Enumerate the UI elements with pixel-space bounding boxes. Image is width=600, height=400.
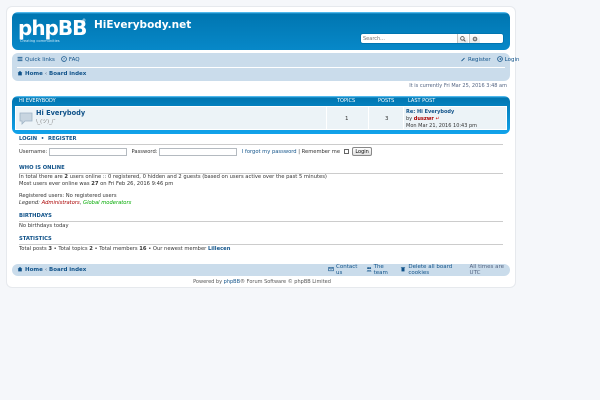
- page-wrapper: phpBB ® Creating communities HiEverybody…: [6, 6, 520, 288]
- team-icon: [366, 266, 372, 274]
- breadcrumb: Home ‹ Board index: [17, 68, 86, 80]
- birthdays-section: BIRTHDAYS: [19, 213, 52, 219]
- register-icon: [460, 56, 466, 64]
- register-heading-link[interactable]: REGISTER: [48, 136, 77, 142]
- faq-icon: ?: [61, 56, 67, 64]
- forum-posts-count: 3: [385, 116, 389, 122]
- navbar-user-row: Register Login: [460, 54, 520, 66]
- password-field[interactable]: [159, 147, 238, 156]
- phpbb-link[interactable]: phpBB: [224, 279, 240, 285]
- search-icon: [460, 35, 466, 42]
- navbar: Quick links ? FAQ Register Login Home ‹: [12, 53, 520, 81]
- advanced-search-button[interactable]: [469, 34, 480, 43]
- legend-global-moderators-link[interactable]: Global moderators: [83, 200, 131, 206]
- last-post-author-link[interactable]: duszwr: [414, 116, 434, 122]
- forum-description: \_(ツ)_/¯: [36, 119, 56, 125]
- last-post-title-link[interactable]: Re: Hi Everybody: [406, 109, 454, 115]
- footer-links: Contact us The team Delete all board coo…: [328, 264, 510, 276]
- delete-cookies-link[interactable]: Delete all board cookies: [408, 264, 465, 276]
- trash-icon: [400, 266, 406, 274]
- chevron-right-icon: ‹: [44, 267, 48, 273]
- forum-read-icon: [19, 111, 33, 125]
- gear-icon: [472, 36, 478, 41]
- login-icon: [496, 56, 503, 64]
- who-is-online-body: In total there are 2 users online :: 0 r…: [19, 174, 327, 206]
- forum-title-link[interactable]: Hi Everybody: [36, 109, 85, 117]
- statistics-section: STATISTICS: [19, 236, 52, 242]
- breadcrumb-home[interactable]: Home: [25, 71, 43, 77]
- page-footer: Powered by phpBB® Forum Software © phpBB…: [193, 279, 331, 285]
- forgot-password-link[interactable]: I forgot my password: [242, 149, 297, 155]
- forum-row[interactable]: Hi Everybody \_(ツ)_/¯ 1 3 Re: Hi Everybo…: [15, 106, 507, 130]
- login-link[interactable]: Login: [505, 57, 520, 63]
- footer-breadcrumb-board-index[interactable]: Board index: [49, 267, 86, 273]
- contact-us-link[interactable]: Contact us: [336, 264, 361, 276]
- col-last-post-header: LAST POST: [408, 98, 436, 104]
- legend-administrators-link[interactable]: Administrators: [42, 200, 80, 206]
- category-title[interactable]: HI EVERYBODY: [19, 98, 56, 104]
- breadcrumb-board-index[interactable]: Board index: [49, 71, 86, 77]
- last-post-time: Mon Mar 21, 2016 10:43 pm: [406, 123, 478, 129]
- forum-last-post: Re: Hi Everybody by duszwr ↵ Mon Mar 21,…: [406, 109, 478, 129]
- who-is-online-section: WHO IS ONLINE: [19, 165, 65, 171]
- header-bar: phpBB ® Creating communities HiEverybody…: [12, 12, 510, 50]
- the-team-link[interactable]: The team: [374, 264, 397, 276]
- footer-breadcrumb: Home ‹ Board index: [17, 264, 86, 276]
- newest-member-link[interactable]: Lillecen: [208, 246, 230, 252]
- timezone-info: All times are UTC: [469, 264, 505, 276]
- username-field[interactable]: [48, 147, 127, 156]
- birthdays-heading: BIRTHDAYS: [19, 213, 52, 219]
- current-time: It is currently Fri Mar 25, 2016 3:48 am: [409, 83, 507, 89]
- forum-category-block: HI EVERYBODY TOPICS POSTS LAST POST Hi E…: [12, 96, 510, 134]
- chevron-right-icon: ‹: [44, 71, 48, 77]
- who-is-online-heading[interactable]: WHO IS ONLINE: [19, 165, 65, 171]
- remember-me-label: Remember me: [301, 149, 341, 155]
- username-label: Username:: [19, 149, 48, 155]
- quick-links-menu[interactable]: Quick links: [25, 57, 55, 63]
- home-icon: [17, 266, 23, 274]
- login-section: LOGIN • REGISTER: [19, 136, 77, 142]
- search-box: [360, 33, 504, 44]
- home-icon: [17, 70, 23, 78]
- menu-icon: [17, 56, 23, 64]
- navbar-links-row: Quick links ? FAQ: [17, 54, 80, 66]
- footer-navbar: Home ‹ Board index Contact us The team D…: [12, 264, 510, 276]
- svg-text:?: ?: [63, 57, 65, 61]
- register-link[interactable]: Register: [468, 57, 491, 63]
- logo-wordmark: phpBB: [18, 16, 87, 40]
- login-heading-link[interactable]: LOGIN: [19, 136, 37, 142]
- forum-table-header: HI EVERYBODY TOPICS POSTS LAST POST: [12, 96, 510, 106]
- col-topics-header: TOPICS: [337, 98, 356, 104]
- statistics-body: Total posts 3 • Total topics 2 • Total m…: [19, 246, 231, 252]
- faq-link[interactable]: FAQ: [69, 57, 80, 63]
- search-input[interactable]: [363, 34, 455, 43]
- logo-tagline: Creating communities: [20, 39, 60, 43]
- search-button[interactable]: [457, 34, 468, 43]
- statistics-heading: STATISTICS: [19, 236, 52, 242]
- site-logo[interactable]: phpBB ® Creating communities: [18, 16, 88, 46]
- col-posts-header: POSTS: [378, 98, 395, 104]
- login-button[interactable]: Login: [352, 147, 372, 156]
- view-latest-post-icon[interactable]: ↵: [435, 116, 439, 122]
- login-form: Username: Password: I forgot my password…: [19, 147, 372, 157]
- forum-topics-count: 1: [345, 116, 349, 122]
- birthdays-text: No birthdays today: [19, 223, 69, 229]
- site-name[interactable]: HiEverybody.net: [94, 19, 191, 31]
- footer-breadcrumb-home[interactable]: Home: [25, 267, 43, 273]
- remember-me-checkbox[interactable]: [343, 149, 349, 154]
- password-label: Password:: [131, 149, 158, 155]
- envelope-icon: [328, 266, 334, 274]
